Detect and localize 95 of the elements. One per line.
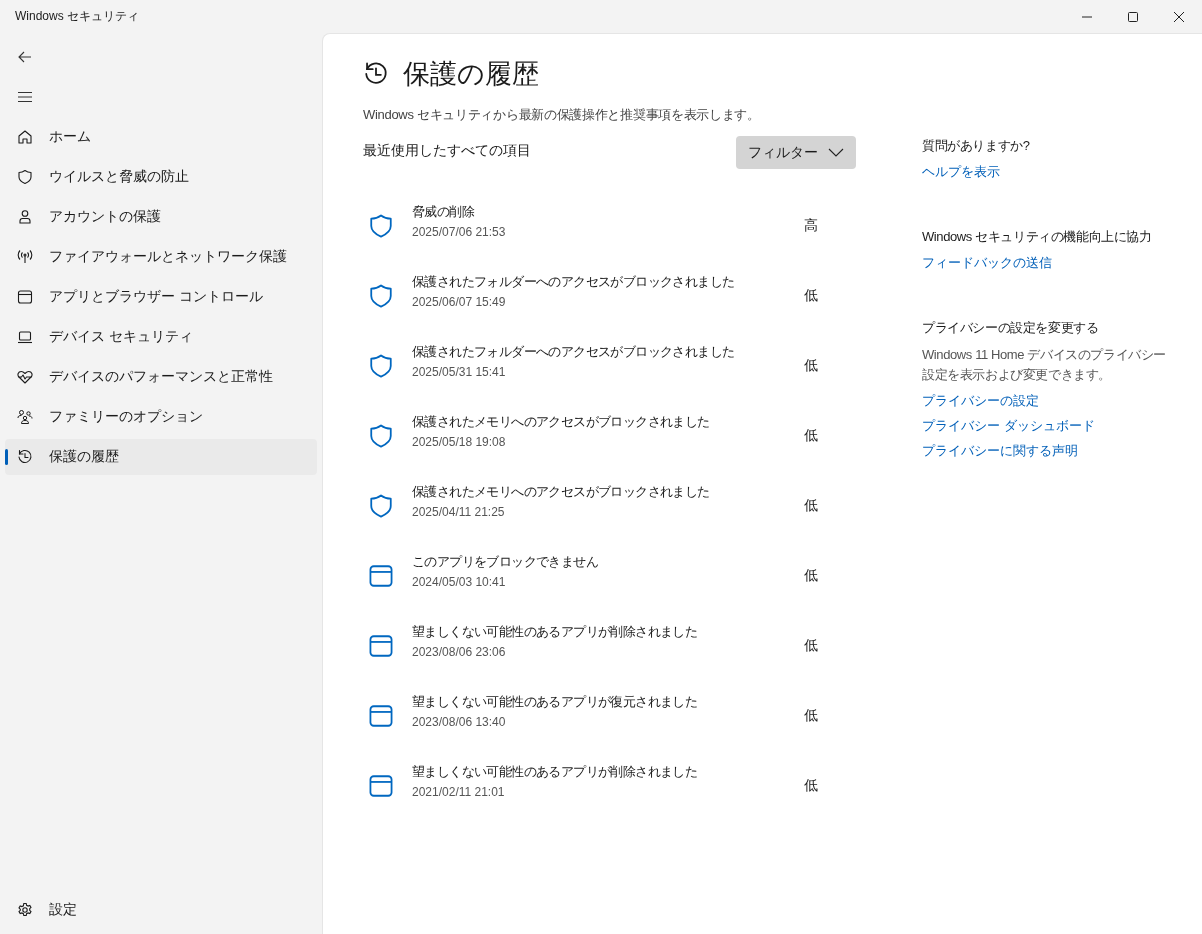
filter-button[interactable]: フィルター [736, 136, 856, 169]
history-item[interactable]: 望ましくない可能性のあるアプリが削除されました 2023/08/06 23:06 低 [363, 611, 856, 681]
sidebar-item-label: デバイスのパフォーマンスと正常性 [49, 368, 273, 386]
severity-label: 低 [804, 637, 819, 655]
panel-link[interactable]: プライバシー ダッシュボード [922, 417, 1172, 435]
back-arrow-icon [17, 49, 33, 65]
shield-icon [368, 213, 394, 239]
history-item-title: 脅威の削除 [412, 203, 475, 221]
page-description: Windows セキュリティから最新の保護操作と推奨事項を表示します。 [363, 106, 761, 124]
history-icon [17, 449, 33, 465]
sidebar-item-label: デバイス セキュリティ [49, 328, 193, 346]
panel-heading: プライバシーの設定を変更する [922, 319, 1100, 337]
shield-icon [368, 353, 394, 379]
sidebar-item[interactable]: ファミリーのオプション [5, 399, 317, 435]
history-item-date: 2023/08/06 23:06 [412, 645, 507, 659]
severity-label: 高 [804, 217, 819, 235]
history-item[interactable]: 望ましくない可能性のあるアプリが復元されました 2023/08/06 13:40 低 [363, 681, 856, 751]
heart-pulse-icon [17, 369, 33, 385]
history-item[interactable]: 保護されたフォルダーへのアクセスがブロックされました 2025/06/07 15:49 低 [363, 261, 856, 331]
history-item[interactable]: 脅威の削除 2025/07/06 21:53 高 [363, 191, 856, 261]
app-window-icon [368, 633, 394, 659]
panel-heading: 質問がありますか? [922, 137, 1031, 155]
history-item-date: 2025/06/07 15:49 [412, 295, 507, 309]
history-item-title: 望ましくない可能性のあるアプリが削除されました [412, 763, 699, 781]
laptop-icon [17, 329, 33, 345]
settings-label: 設定 [49, 901, 77, 919]
history-item[interactable]: 保護されたメモリへのアクセスがブロックされました 2025/05/18 19:08 低 [363, 401, 856, 471]
shield-icon [368, 423, 394, 449]
sidebar-item[interactable]: デバイスのパフォーマンスと正常性 [5, 359, 317, 395]
page-title: 保護の履歴 [403, 58, 539, 91]
history-item-date: 2023/08/06 13:40 [412, 715, 507, 729]
sidebar-item-label: ウイルスと脅威の防止 [49, 168, 189, 186]
severity-label: 低 [804, 497, 819, 515]
history-item[interactable]: 望ましくない可能性のあるアプリが削除されました 2021/02/11 21:01 低 [363, 751, 856, 821]
settings-item[interactable]: 設定 [5, 892, 317, 928]
history-item-date: 2024/05/03 10:41 [412, 575, 507, 589]
history-item-date: 2025/04/11 21:25 [412, 505, 506, 519]
panel-link[interactable]: プライバシーに関する声明 [922, 442, 1172, 460]
window-title: Windows セキュリティ [15, 8, 139, 25]
sidebar-item[interactable]: ファイアウォールとネットワーク保護 [5, 239, 317, 275]
sidebar-item[interactable]: デバイス セキュリティ [5, 319, 317, 355]
severity-label: 低 [804, 777, 819, 795]
sidebar-item-label: アカウントの保護 [49, 208, 161, 226]
history-item[interactable]: 保護されたフォルダーへのアクセスがブロックされました 2025/05/31 15:41 低 [363, 331, 856, 401]
history-item-title: 保護されたフォルダーへのアクセスがブロックされました [412, 273, 736, 291]
history-item-date: 2025/05/18 19:08 [412, 435, 507, 449]
home-icon [17, 129, 33, 145]
sidebar-item-label: ホーム [49, 128, 91, 146]
section-label: 最近使用したすべての項目 [363, 142, 531, 160]
shield-icon [368, 283, 394, 309]
sidebar-item[interactable]: ウイルスと脅威の防止 [5, 159, 317, 195]
sidebar-item[interactable]: 保護の履歴 [5, 439, 317, 475]
history-item-title: このアプリをブロックできません [412, 553, 599, 571]
chevron-down-icon [828, 147, 844, 158]
person-icon [17, 209, 33, 225]
sidebar-item-label: ファミリーのオプション [49, 408, 203, 426]
menu-icon [17, 89, 33, 105]
severity-label: 低 [804, 567, 819, 585]
app-window-icon [17, 289, 33, 305]
severity-label: 低 [804, 357, 819, 375]
history-icon [363, 61, 389, 87]
history-item-title: 望ましくない可能性のあるアプリが削除されました [412, 623, 699, 641]
sidebar-item[interactable]: ホーム [5, 119, 317, 155]
history-item[interactable]: このアプリをブロックできません 2024/05/03 10:41 低 [363, 541, 856, 611]
app-window-icon [368, 703, 394, 729]
sidebar-item-label: アプリとブラウザー コントロール [49, 288, 263, 306]
sidebar-item-label: ファイアウォールとネットワーク保護 [49, 248, 287, 266]
history-item[interactable]: 保護されたメモリへのアクセスがブロックされました 2025/04/11 21:25 低 [363, 471, 856, 541]
shield-icon [17, 169, 33, 185]
panel-heading: Windows セキュリティの機能向上に協力 [922, 228, 1153, 246]
panel-link[interactable]: ヘルプを表示 [922, 163, 1172, 181]
panel-link[interactable]: フィードバックの送信 [922, 254, 1172, 272]
family-icon [17, 409, 33, 425]
history-item-date: 2021/02/11 21:01 [412, 785, 506, 799]
maximize-icon [1128, 11, 1138, 22]
settings-icon [17, 902, 33, 918]
severity-label: 低 [804, 287, 819, 305]
panel-link[interactable]: プライバシーの設定 [922, 392, 1172, 410]
history-item-title: 保護されたメモリへのアクセスがブロックされました [412, 413, 711, 431]
severity-label: 低 [804, 427, 819, 445]
history-item-title: 望ましくない可能性のあるアプリが復元されました [412, 693, 699, 711]
panel-text: Windows 11 Home デバイスのプライバシー設定を表示および変更できます。 [922, 346, 1167, 384]
history-item-date: 2025/05/31 15:41 [412, 365, 507, 379]
antenna-icon [17, 249, 33, 265]
sidebar-item[interactable]: アカウントの保護 [5, 199, 317, 235]
sidebar-item-label: 保護の履歴 [49, 448, 119, 466]
history-item-date: 2025/07/06 21:53 [412, 225, 507, 239]
app-window-icon [368, 773, 394, 799]
history-item-title: 保護されたメモリへのアクセスがブロックされました [412, 483, 711, 501]
severity-label: 低 [804, 707, 819, 725]
close-icon [1174, 11, 1184, 22]
app-window-icon [368, 563, 394, 589]
sidebar-item[interactable]: アプリとブラウザー コントロール [5, 279, 317, 315]
shield-icon [368, 493, 394, 519]
history-item-title: 保護されたフォルダーへのアクセスがブロックされました [412, 343, 736, 361]
